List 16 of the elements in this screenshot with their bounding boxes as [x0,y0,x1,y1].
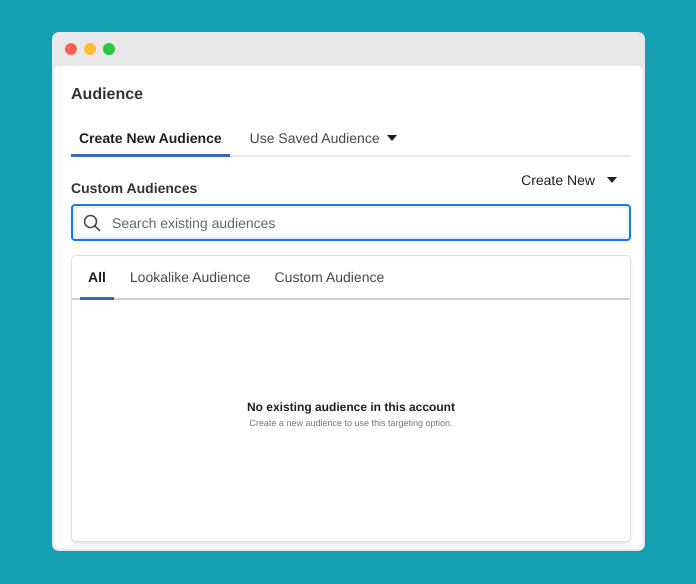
caret-icon [607,177,617,183]
create-new-button[interactable]: Create New [521,172,631,192]
search-icon [83,214,101,232]
search-field[interactable]: Search existing audiences [71,204,631,241]
tab[interactable]: Create New Audience [71,130,230,157]
filter-tab[interactable]: Custom Audience [266,256,392,300]
empty-title: No existing audience in this account [246,400,456,414]
tab[interactable]: Use Saved Audience [242,130,405,157]
empty-hint: Create a new audience to use this targeting option. [249,418,453,428]
close-button[interactable] [65,43,77,55]
filter-tab[interactable]: All [80,256,114,300]
filter-tab[interactable]: Lookalike Audience [122,256,259,300]
section-label: Custom Audiences [71,180,198,196]
panel-title: Audience [71,86,144,104]
zoom-button[interactable] [103,43,115,55]
minimize-button[interactable] [84,43,96,55]
